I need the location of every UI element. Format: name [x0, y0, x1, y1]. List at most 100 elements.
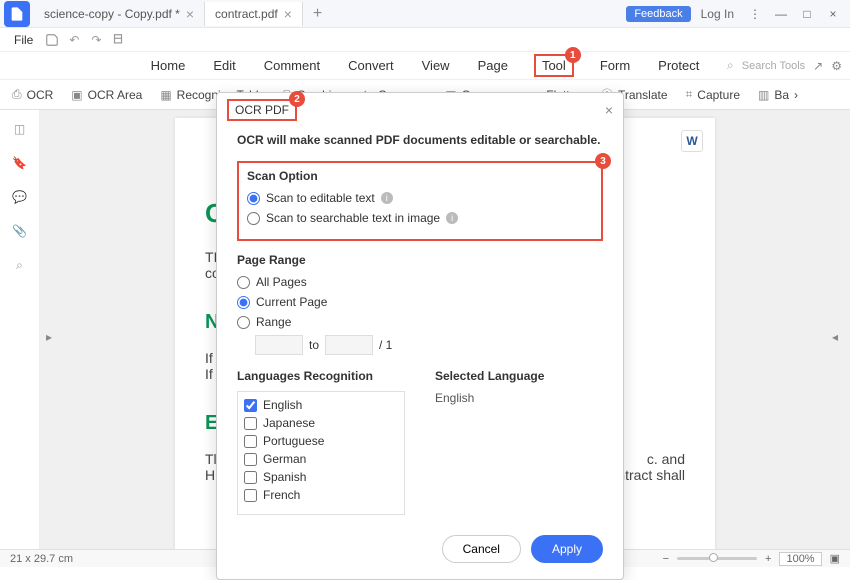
word-export-icon[interactable]: W: [681, 130, 703, 152]
nav-edit[interactable]: Edit: [211, 54, 237, 77]
nav-home[interactable]: Home: [149, 54, 188, 77]
titlebar: science-copy - Copy.pdf * × contract.pdf…: [0, 0, 850, 28]
radio-input[interactable]: [247, 192, 260, 205]
lang-recognition-title: Languages Recognition: [237, 369, 405, 383]
info-icon[interactable]: i: [446, 212, 458, 224]
undo-icon[interactable]: ↶: [65, 31, 83, 49]
radio-input[interactable]: [237, 276, 250, 289]
cancel-button[interactable]: Cancel: [442, 535, 521, 563]
callout-badge-3: 3: [595, 153, 611, 169]
scan-option-section: 3 Scan Option Scan to editable text i Sc…: [237, 161, 603, 241]
lang-french[interactable]: French: [244, 486, 398, 504]
radio-searchable-text[interactable]: Scan to searchable text in image i: [247, 211, 593, 225]
minimize-icon[interactable]: —: [770, 4, 792, 24]
tool-batch[interactable]: ▥Ba ›: [758, 88, 798, 102]
zoom-slider[interactable]: [677, 557, 757, 560]
radio-input[interactable]: [237, 296, 250, 309]
modal-header: OCR PDF 2 ×: [217, 93, 623, 127]
tool-ocr[interactable]: ⎙OCR: [12, 87, 53, 102]
gear-icon[interactable]: ⚙: [831, 59, 842, 73]
radio-range[interactable]: Range: [237, 315, 603, 329]
zoom-in-icon[interactable]: +: [765, 553, 771, 565]
modal-footer: Cancel Apply: [217, 525, 623, 579]
nav-tool[interactable]: Tool 1: [534, 54, 574, 77]
comment-icon[interactable]: 💬: [11, 188, 29, 206]
nav-view[interactable]: View: [420, 54, 452, 77]
radio-input[interactable]: [237, 316, 250, 329]
apply-button[interactable]: Apply: [531, 535, 603, 563]
callout-badge-1: 1: [565, 47, 581, 63]
close-modal-icon[interactable]: ×: [605, 102, 613, 118]
tab-contract[interactable]: contract.pdf ×: [205, 2, 303, 26]
feedback-button[interactable]: Feedback: [626, 6, 690, 22]
file-menu[interactable]: File: [8, 31, 39, 49]
fit-page-icon[interactable]: ▣: [830, 552, 840, 565]
range-inputs: to / 1: [255, 335, 603, 355]
nav-menu: Home Edit Comment Convert View Page Tool…: [0, 52, 850, 80]
zoom-out-icon[interactable]: −: [663, 553, 669, 565]
checkbox-input[interactable]: [244, 399, 257, 412]
radio-input[interactable]: [247, 212, 260, 225]
redo-icon[interactable]: ↷: [87, 31, 105, 49]
checkbox-input[interactable]: [244, 453, 257, 466]
radio-all-pages[interactable]: All Pages: [237, 275, 603, 289]
tool-ocr-area[interactable]: ▣OCR Area: [71, 88, 142, 102]
table-icon: ▦: [160, 88, 171, 102]
range-from-input[interactable]: [255, 335, 303, 355]
prev-page-arrow[interactable]: ▸: [46, 330, 58, 342]
selected-lang-value: English: [435, 391, 603, 405]
zoom-level[interactable]: 100%: [779, 552, 821, 566]
radio-editable-text[interactable]: Scan to editable text i: [247, 191, 593, 205]
radio-current-page[interactable]: Current Page: [237, 295, 603, 309]
page-range-title: Page Range: [237, 253, 603, 267]
next-page-arrow[interactable]: ◂: [832, 330, 844, 342]
checkbox-input[interactable]: [244, 471, 257, 484]
range-to-input[interactable]: [325, 335, 373, 355]
lang-spanish[interactable]: Spanish: [244, 468, 398, 486]
nav-convert[interactable]: Convert: [346, 54, 396, 77]
modal-description: OCR will make scanned PDF documents edit…: [237, 133, 603, 147]
tab-label: science-copy - Copy.pdf *: [44, 7, 180, 21]
close-icon[interactable]: ×: [186, 6, 194, 22]
close-window-icon[interactable]: ×: [822, 4, 844, 24]
page-range-section: Page Range All Pages Current Page Range …: [237, 253, 603, 355]
share-icon[interactable]: ↗: [813, 59, 823, 73]
nav-tool-label: Tool: [542, 58, 566, 73]
menubar: File ↶ ↷: [0, 28, 850, 52]
page-dimensions: 21 x 29.7 cm: [10, 553, 73, 565]
checkbox-input[interactable]: [244, 489, 257, 502]
lang-list[interactable]: English Japanese Portuguese German Spani…: [237, 391, 405, 515]
add-tab-button[interactable]: +: [303, 5, 332, 23]
nav-comment[interactable]: Comment: [262, 54, 322, 77]
scan-option-title: Scan Option: [247, 169, 593, 183]
zoom-handle[interactable]: [709, 553, 718, 562]
lang-german[interactable]: German: [244, 450, 398, 468]
save-icon[interactable]: [43, 31, 61, 49]
range-total: / 1: [379, 338, 392, 352]
checkbox-input[interactable]: [244, 435, 257, 448]
tab-science-copy[interactable]: science-copy - Copy.pdf * ×: [34, 2, 205, 26]
print-icon[interactable]: [109, 31, 127, 49]
maximize-icon[interactable]: □: [796, 4, 818, 24]
ocr-modal: OCR PDF 2 × OCR will make scanned PDF do…: [216, 92, 624, 580]
lang-english[interactable]: English: [244, 396, 398, 414]
search-tools-input[interactable]: Search Tools: [742, 60, 805, 72]
attachment-icon[interactable]: 📎: [11, 222, 29, 240]
left-sidebar: ◫ 🔖 💬 📎 ⌕: [0, 110, 40, 549]
nav-page[interactable]: Page: [476, 54, 510, 77]
checkbox-input[interactable]: [244, 417, 257, 430]
tool-capture[interactable]: ⌗Capture: [686, 87, 740, 102]
kebab-icon[interactable]: ⋮: [744, 4, 766, 24]
lang-japanese[interactable]: Japanese: [244, 414, 398, 432]
nav-form[interactable]: Form: [598, 54, 632, 77]
batch-icon: ▥: [758, 88, 769, 102]
bookmark-icon[interactable]: 🔖: [11, 154, 29, 172]
nav-protect[interactable]: Protect: [656, 54, 701, 77]
lang-portuguese[interactable]: Portuguese: [244, 432, 398, 450]
info-icon[interactable]: i: [381, 192, 393, 204]
doc-text: Tl: [205, 451, 217, 467]
search-side-icon[interactable]: ⌕: [11, 256, 29, 274]
thumbnails-icon[interactable]: ◫: [11, 120, 29, 138]
login-button[interactable]: Log In: [695, 3, 740, 25]
close-icon[interactable]: ×: [284, 6, 292, 22]
